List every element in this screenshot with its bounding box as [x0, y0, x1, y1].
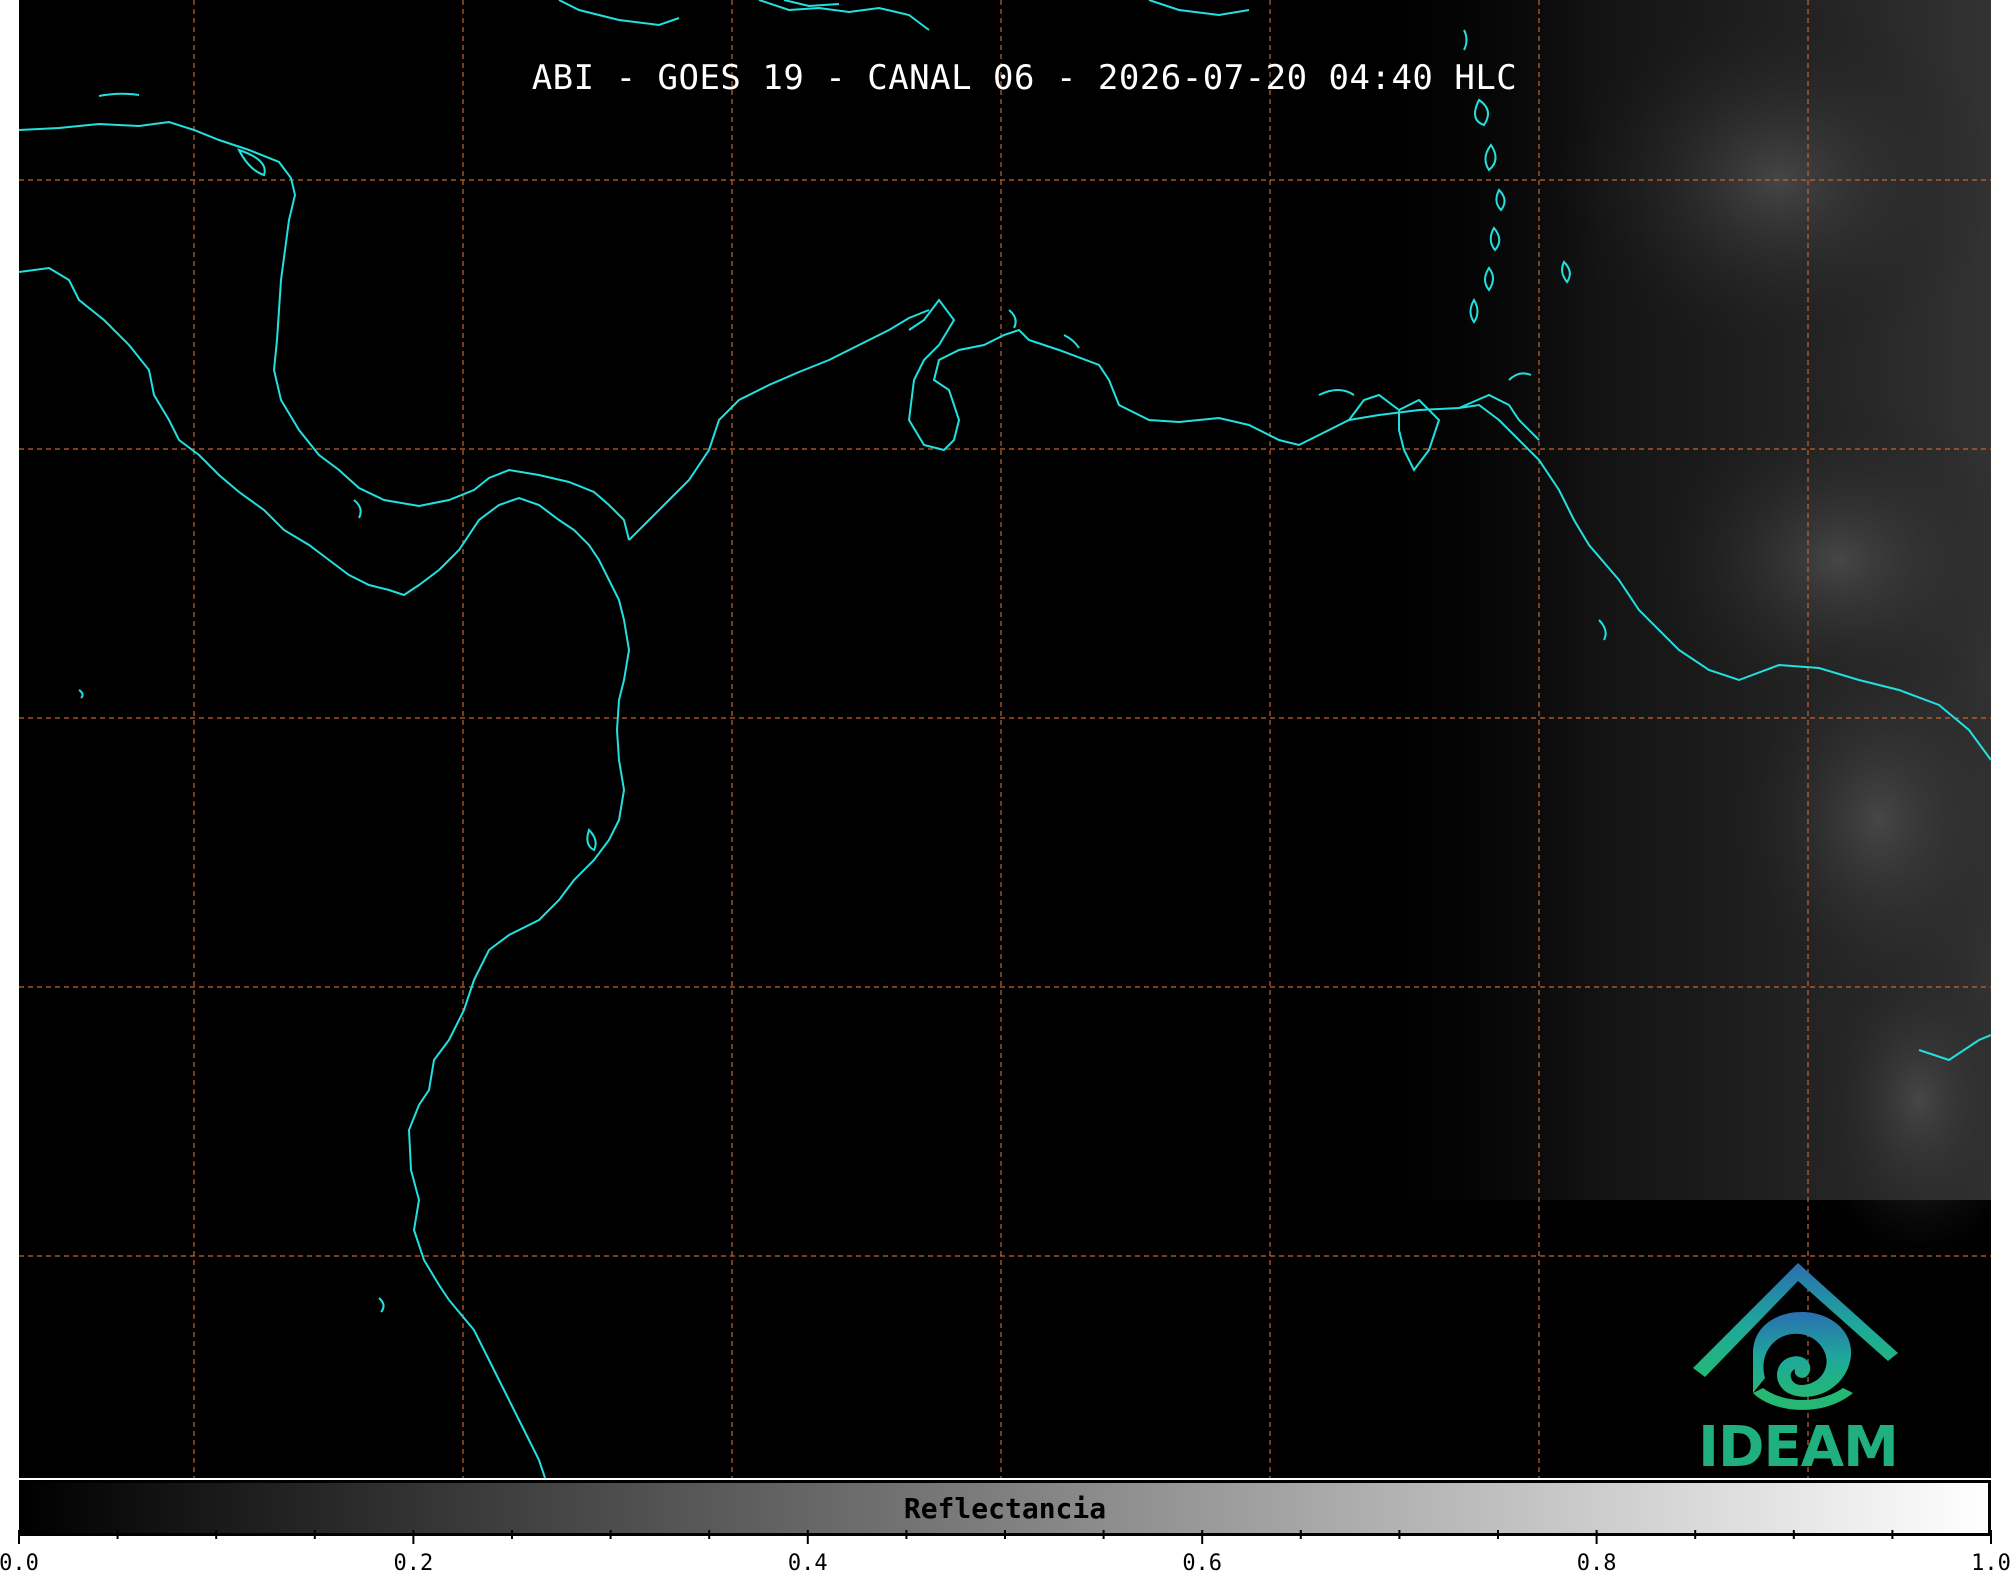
map-title: ABI - GOES 19 - CANAL 06 - 2026-07-20 04… — [531, 58, 1518, 98]
ideam-logo-icon — [1693, 1263, 1898, 1410]
ideam-logo: IDEAM — [1683, 1253, 1913, 1478]
colorbar-label: Reflectancia — [903, 1492, 1107, 1525]
colorbar-tick-label: 0.2 — [393, 1551, 434, 1576]
colorbar-tick-label: 0.0 — [0, 1551, 39, 1576]
coastline-cuba-south — [558, 0, 680, 27]
coastline-panama — [407, 496, 631, 1301]
colorbar: Reflectancia — [19, 1480, 1991, 1536]
island-gorgona — [378, 1297, 385, 1313]
coastline-hispaniola — [758, 0, 930, 31]
logo-text: IDEAM — [1698, 1415, 1899, 1478]
colorbar-tick-label: 0.8 — [1576, 1551, 1617, 1576]
colorbar-tick-label: 1.0 — [1971, 1551, 2011, 1576]
coastline-pacific-central-america — [19, 266, 440, 597]
coastline-panama-caribbean — [628, 309, 930, 541]
island-providencia — [1008, 309, 1017, 329]
colorbar-tick-label: 0.4 — [787, 1551, 828, 1576]
coastline-jamaica — [783, 0, 840, 8]
cloud-layer — [1339, 0, 1991, 1260]
island-malpelo — [78, 689, 84, 699]
coastline-puerto-rico — [1148, 0, 1250, 17]
satellite-map: ABI - GOES 19 - CANAL 06 - 2026-07-20 04… — [19, 0, 1991, 1478]
coastline-central-america-north — [19, 120, 630, 541]
island-san-andres — [353, 499, 362, 519]
colorbar-ticks — [18, 1530, 1992, 1544]
island-swan — [1063, 334, 1080, 349]
island-pearl — [586, 828, 597, 852]
colorbar-tick-label: 0.6 — [1182, 1551, 1223, 1576]
